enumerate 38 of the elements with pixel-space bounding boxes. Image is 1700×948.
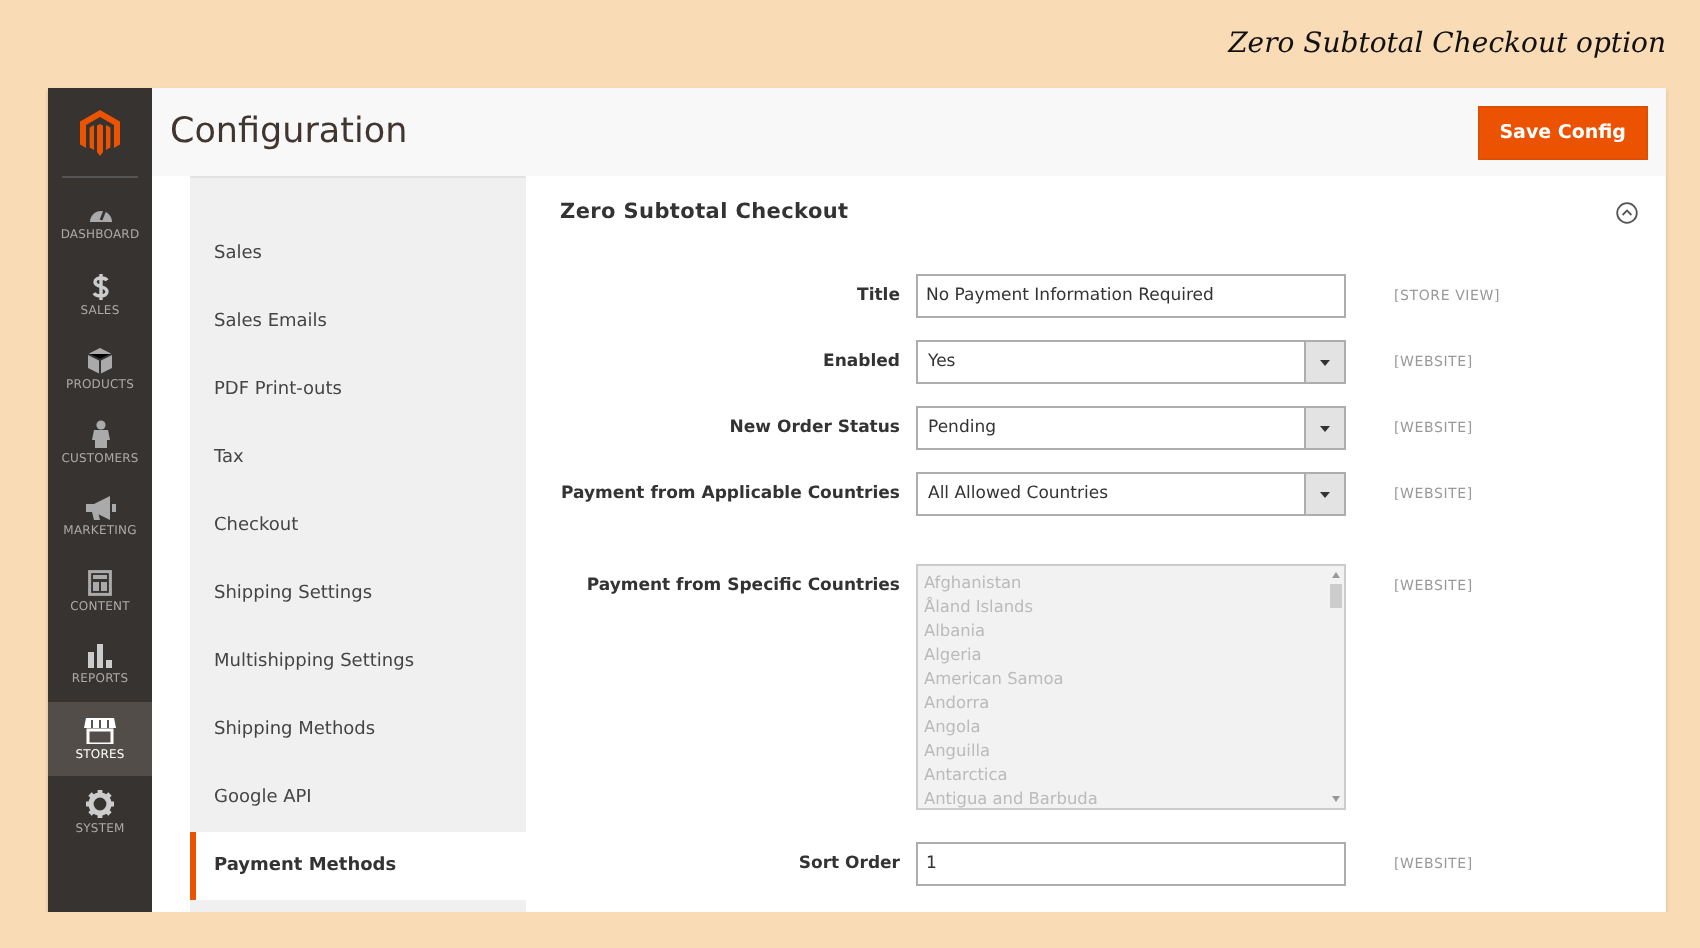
field-label: Sort Order <box>796 852 900 878</box>
page-title: Configuration <box>170 112 408 152</box>
config-nav-item[interactable]: Sales <box>190 220 526 288</box>
bars-icon <box>87 644 113 668</box>
dropdown-caret-icon <box>1320 359 1330 365</box>
field-label: New Order Status <box>727 416 900 442</box>
field-label: Payment from Specific Countries <box>584 574 900 600</box>
config-nav-item[interactable]: Checkout <box>190 492 526 560</box>
select-field[interactable]: Yes <box>916 340 1346 384</box>
megaphone-icon <box>85 496 115 520</box>
select-field[interactable]: All Allowed Countries <box>916 472 1346 516</box>
store-icon <box>84 717 116 743</box>
page-caption: Zero Subtotal Checkout option <box>1228 28 1666 60</box>
person-icon <box>91 420 109 448</box>
cube-icon <box>88 347 112 373</box>
select-field[interactable]: Pending <box>916 406 1346 450</box>
config-nav-item[interactable]: PDF Print-outs <box>190 356 526 424</box>
dropdown-caret-icon <box>1320 425 1330 431</box>
field-label: Enabled <box>821 350 900 376</box>
config-nav-item[interactable]: Multishipping Settings <box>190 628 526 696</box>
config-nav-item[interactable]: Shipping Methods <box>190 696 526 764</box>
gear-icon <box>86 790 114 818</box>
section-title: Zero Subtotal Checkout <box>560 200 849 224</box>
config-nav-item[interactable]: Google API <box>190 764 526 832</box>
field-label: Payment from Applicable Countries <box>560 482 900 508</box>
config-nav-item[interactable]: Sales Emails <box>190 288 526 356</box>
config-nav-item[interactable]: Tax <box>190 424 526 492</box>
dropdown-caret-icon <box>1320 491 1330 497</box>
config-nav-item[interactable]: Shipping Settings <box>190 560 526 628</box>
field-label: Title <box>855 284 900 310</box>
layout-icon <box>88 569 112 595</box>
dollar-icon <box>91 273 109 299</box>
text-input-field[interactable]: No Payment Information Required <box>916 274 1346 318</box>
logo-icon[interactable] <box>80 109 120 155</box>
save-config-button[interactable]: Save Config <box>1477 105 1648 159</box>
config-nav-item[interactable]: Payment Methods <box>190 832 526 900</box>
collapse-icon[interactable] <box>1616 201 1638 223</box>
text-input-field[interactable]: 1 <box>916 842 1346 886</box>
